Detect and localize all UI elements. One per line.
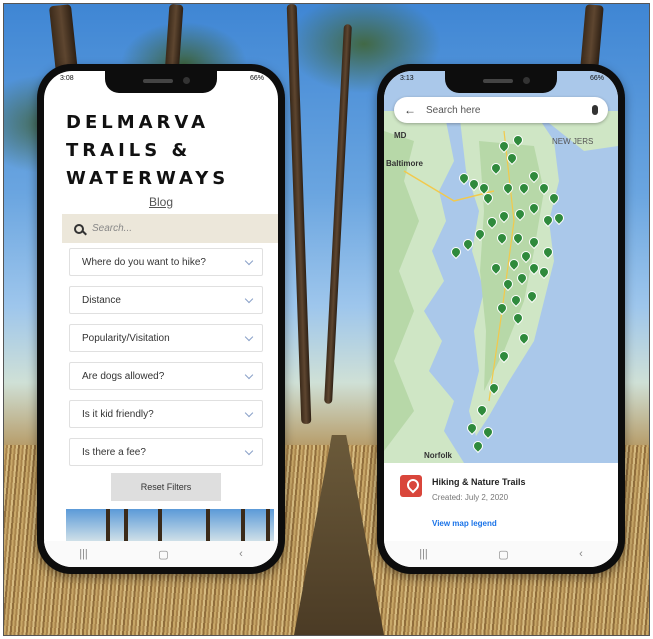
battery-level: 66%	[249, 75, 264, 82]
website-screen: 3:08 66% DELMARVA TRAILS & WATERWAYS Blo…	[44, 71, 278, 567]
site-title-line: WATERWAYS	[66, 168, 230, 189]
site-title-line: TRAILS &	[66, 140, 192, 161]
map-view[interactable]: MD Baltimore NEW JERS Norfolk	[384, 71, 618, 463]
microphone-icon[interactable]	[592, 105, 598, 115]
blog-link[interactable]: Blog	[44, 195, 278, 209]
filter-popularity[interactable]: Popularity/Visitation	[69, 324, 263, 352]
filter-fee[interactable]: Is there a fee?	[69, 438, 263, 466]
reset-filters-button[interactable]: Reset Filters	[111, 473, 221, 501]
filter-label: Popularity/Visitation	[82, 332, 170, 344]
map-label-new-jersey: NEW JERS	[552, 137, 594, 146]
filter-dogs-allowed[interactable]: Are dogs allowed?	[69, 362, 263, 390]
map-info-card[interactable]: Hiking & Nature Trails Created: July 2, …	[384, 463, 618, 541]
map-label-md: MD	[394, 131, 407, 140]
android-nav-bar: ||| ▢ ‹	[384, 541, 618, 567]
home-icon[interactable]: ▢	[498, 548, 508, 561]
chevron-down-icon	[244, 332, 254, 341]
phone-right: 3:13 66% MD Baltimore NEW JERS Norfolk ←…	[377, 64, 625, 574]
status-bar: 3:08 66%	[60, 75, 264, 89]
search-input[interactable]: Search...	[62, 214, 278, 243]
chevron-down-icon	[244, 256, 254, 265]
map-title: Hiking & Nature Trails	[432, 477, 526, 487]
filter-label: Are dogs allowed?	[82, 370, 165, 382]
map-created-date: Created: July 2, 2020	[432, 493, 509, 502]
map-app-screen: 3:13 66% MD Baltimore NEW JERS Norfolk ←…	[384, 71, 618, 567]
chevron-down-icon	[244, 446, 254, 455]
view-map-legend-link[interactable]: View map legend	[432, 519, 497, 528]
filter-where-to-hike[interactable]: Where do you want to hike?	[69, 248, 263, 276]
recents-icon[interactable]: |||	[419, 548, 428, 560]
filter-label: Is there a fee?	[82, 446, 146, 458]
back-icon[interactable]: ‹	[239, 548, 243, 560]
search-icon	[74, 223, 84, 234]
map-label-norfolk: Norfolk	[424, 451, 452, 460]
filter-label: Distance	[82, 294, 121, 306]
status-bar: 3:13 66%	[400, 75, 604, 89]
status-time: 3:13	[400, 75, 414, 82]
battery-level: 66%	[589, 75, 604, 82]
chevron-down-icon	[244, 408, 254, 417]
map-search-input[interactable]: ← Search here	[394, 97, 608, 123]
map-search-placeholder: Search here	[426, 104, 481, 116]
site-title-line: DELMARVA	[66, 112, 210, 133]
search-placeholder: Search...	[92, 223, 133, 234]
chevron-down-icon	[244, 294, 254, 303]
back-arrow-icon[interactable]: ←	[404, 103, 416, 117]
back-icon[interactable]: ‹	[579, 548, 583, 560]
phone-left: 3:08 66% DELMARVA TRAILS & WATERWAYS Blo…	[37, 64, 285, 574]
home-icon[interactable]: ▢	[158, 548, 168, 561]
map-pin-icon	[400, 475, 422, 497]
trail-photo-thumbnail	[66, 509, 274, 541]
map-label-baltimore: Baltimore	[386, 159, 423, 168]
filter-distance[interactable]: Distance	[69, 286, 263, 314]
chevron-down-icon	[244, 370, 254, 379]
status-time: 3:08	[60, 75, 74, 82]
filter-label: Is it kid friendly?	[82, 408, 154, 420]
filter-kid-friendly[interactable]: Is it kid friendly?	[69, 400, 263, 428]
android-nav-bar: ||| ▢ ‹	[44, 541, 278, 567]
filter-label: Where do you want to hike?	[82, 256, 206, 268]
site-title: DELMARVA TRAILS & WATERWAYS	[66, 109, 266, 193]
recents-icon[interactable]: |||	[79, 548, 88, 560]
